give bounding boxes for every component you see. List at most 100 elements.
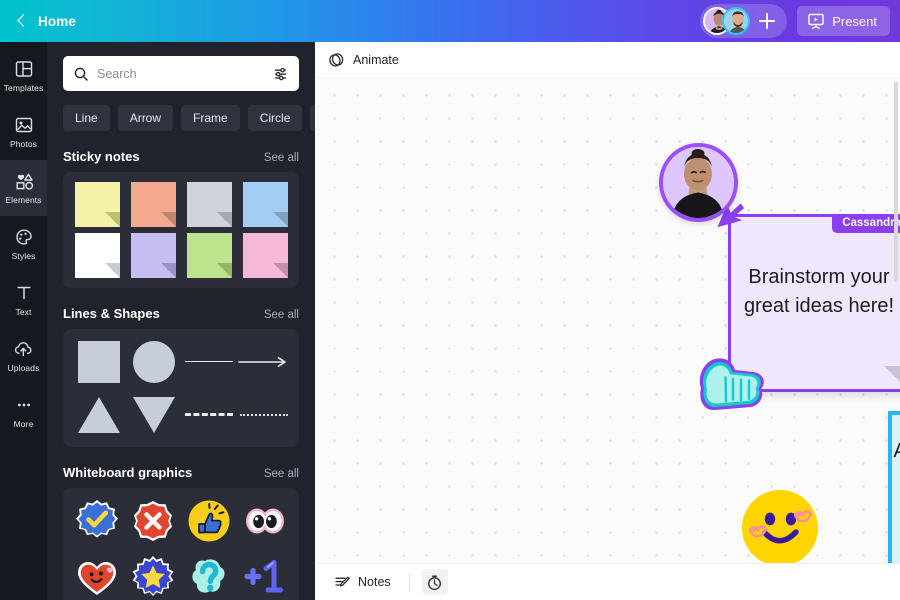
sidebar-label-templates: Templates: [3, 83, 44, 93]
canvas-scrollbar[interactable]: [894, 82, 898, 282]
stopwatch-timer-icon: [428, 575, 442, 590]
section-header-whiteboard-graphics: Whiteboard graphics See all: [47, 447, 315, 488]
add-collaborator-button[interactable]: [755, 9, 779, 33]
star-badge-sticker[interactable]: [127, 554, 179, 600]
sticky-swatch-salmon[interactable]: [127, 182, 179, 227]
shape-square[interactable]: [71, 339, 126, 384]
blushing-smiley-sticker-canvas[interactable]: [740, 488, 820, 568]
sidebar-item-templates[interactable]: Templates: [0, 48, 47, 104]
sidebar-item-styles[interactable]: Styles: [0, 216, 47, 272]
photos-icon: [15, 117, 32, 133]
sidebar-label-more: More: [13, 419, 34, 429]
sticky-swatch-green[interactable]: [183, 233, 235, 278]
animate-rings-icon[interactable]: [328, 51, 345, 68]
sticky-note-purple-author: Cassandra: [832, 214, 900, 233]
present-button[interactable]: Present: [797, 6, 890, 36]
sticky-swatch-white[interactable]: [71, 233, 123, 278]
sticky-swatch-pink[interactable]: [239, 233, 291, 278]
lines-shapes-tray: [63, 329, 299, 447]
avatar-cassandra-canvas-image: [663, 147, 734, 218]
see-all-sticky-notes[interactable]: See all: [264, 152, 299, 164]
header-right-group: Present: [700, 4, 890, 38]
sidebar-item-elements[interactable]: Elements: [0, 160, 47, 216]
lines-shapes-grid: [71, 339, 291, 437]
presentation-screen-icon: [808, 13, 824, 29]
avatar-mike-header[interactable]: [722, 7, 751, 35]
shape-line[interactable]: [181, 339, 236, 384]
canvas-bottom-toolbar: Notes: [315, 563, 900, 600]
plus-one-sticker[interactable]: [239, 554, 291, 600]
shape-dashed-line[interactable]: [181, 392, 236, 437]
home-button[interactable]: Home: [8, 9, 82, 33]
section-title-whiteboard-graphics: Whiteboard graphics: [63, 465, 193, 480]
sticky-notes-grid: [71, 182, 291, 278]
sticky-swatch-blue[interactable]: [239, 182, 291, 227]
shape-circle[interactable]: [126, 339, 181, 384]
sticky-swatch-yellow[interactable]: [71, 182, 123, 227]
thumbs-up-sticker-canvas[interactable]: [693, 348, 771, 420]
check-badge-sticker[interactable]: [71, 498, 123, 544]
animate-label[interactable]: Animate: [353, 53, 399, 67]
sticky-swatch-lavender[interactable]: [127, 233, 179, 278]
canva-whiteboard-app: Home Present Templates Photos Elements S…: [0, 0, 900, 600]
shape-dotted-line[interactable]: [236, 392, 291, 437]
avatar-mike-image: [724, 9, 749, 33]
sidebar-item-more[interactable]: More: [0, 384, 47, 440]
present-label: Present: [832, 13, 877, 29]
sidebar-label-uploads: Uploads: [7, 363, 40, 373]
styles-palette-icon: [15, 229, 32, 245]
notes-pencil-icon: [335, 576, 350, 586]
canvas-top-toolbar: Animate: [315, 42, 900, 78]
sidebar-item-photos[interactable]: Photos: [0, 104, 47, 160]
sidebar-label-photos: Photos: [9, 139, 38, 149]
search-icon: [74, 67, 88, 81]
question-mark-sticker[interactable]: [183, 554, 235, 600]
sliders-filter-icon[interactable]: [272, 65, 289, 82]
shape-triangle-up[interactable]: [71, 392, 126, 437]
see-all-lines-shapes[interactable]: See all: [264, 309, 299, 321]
sticky-note-purple-text[interactable]: Brainstorm your great ideas here!: [731, 263, 900, 320]
upload-cloud-icon: [14, 342, 32, 357]
sidebar-label-elements: Elements: [5, 195, 42, 205]
sticky-note-purple-fold: [884, 366, 900, 389]
chip-square[interactable]: Square: [310, 105, 315, 131]
app-header: Home Present: [0, 0, 900, 42]
left-nav-rail: Templates Photos Elements Styles Text Up…: [0, 42, 47, 600]
chip-arrow[interactable]: Arrow: [117, 105, 174, 131]
shape-arrow[interactable]: [236, 339, 291, 384]
search-area: [47, 42, 315, 91]
home-label: Home: [38, 13, 76, 29]
chip-circle[interactable]: Circle: [247, 105, 303, 131]
collaborator-avatars[interactable]: [700, 4, 788, 38]
section-header-lines-shapes: Lines & Shapes See all: [47, 288, 315, 329]
filter-chips: Line Arrow Frame Circle Square ›: [47, 91, 315, 131]
toolbar-divider: [408, 573, 410, 591]
templates-icon: [15, 61, 32, 77]
thumbs-up-sticker[interactable]: [183, 498, 235, 544]
chip-line[interactable]: Line: [63, 105, 110, 131]
whiteboard-canvas[interactable]: Animate Cassandra Brainstorm your great …: [315, 42, 900, 600]
notes-button[interactable]: Notes: [328, 570, 397, 595]
eyes-sticker[interactable]: [239, 498, 291, 544]
search-input[interactable]: [97, 66, 272, 81]
elements-icon: [15, 173, 33, 190]
sidebar-item-text[interactable]: Text: [0, 272, 47, 328]
sidebar-item-uploads[interactable]: Uploads: [0, 328, 47, 384]
search-box[interactable]: [63, 56, 299, 91]
sticky-note-blue[interactable]: Mike Add your idea here: [888, 411, 900, 587]
avatar-cassandra-canvas[interactable]: [659, 143, 738, 222]
see-all-whiteboard-graphics[interactable]: See all: [264, 468, 299, 480]
cross-badge-sticker[interactable]: [127, 498, 179, 544]
smiling-heart-sticker[interactable]: [71, 554, 123, 600]
chevron-left-icon: [14, 13, 30, 29]
whiteboard-graphics-tray: [63, 488, 299, 600]
sidebar-label-text: Text: [15, 307, 32, 317]
shape-triangle-down[interactable]: [126, 392, 181, 437]
chip-frame[interactable]: Frame: [181, 105, 240, 131]
text-icon: [17, 286, 30, 299]
sticky-note-blue-text[interactable]: Add your idea here: [892, 437, 900, 466]
elements-panel: Line Arrow Frame Circle Square › Sticky …: [47, 42, 315, 600]
timer-button[interactable]: [421, 569, 448, 595]
sticky-swatch-grey[interactable]: [183, 182, 235, 227]
section-title-sticky-notes: Sticky notes: [63, 149, 140, 164]
